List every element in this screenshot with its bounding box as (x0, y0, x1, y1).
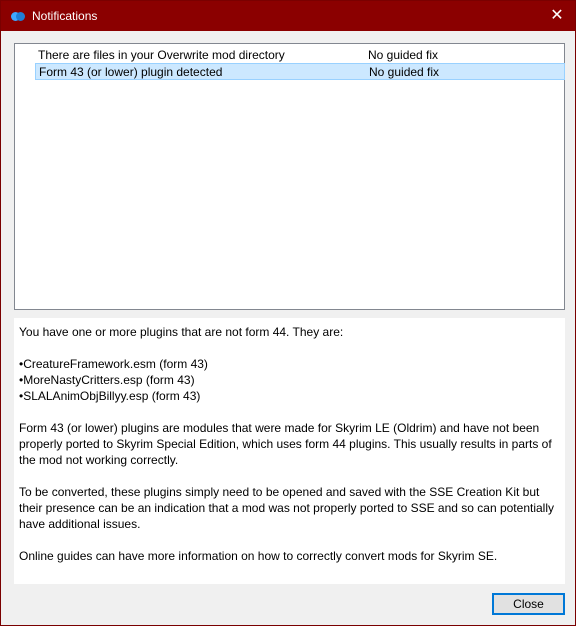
description-paragraph-1: Form 43 (or lower) plugins are modules t… (19, 421, 552, 467)
notifications-list[interactable]: There are files in your Overwrite mod di… (14, 43, 565, 310)
plugin-list: CreatureFramework.esm (form 43) MoreNast… (19, 356, 560, 404)
plugin-item: SLALAnimObjBillyy.esp (form 43) (19, 388, 560, 404)
list-item-selected[interactable]: Form 43 (or lower) plugin detected No gu… (35, 63, 565, 80)
notifications-window: Notifications ✕ There are files in your … (0, 0, 576, 626)
description-paragraph-3: Online guides can have more information … (19, 549, 498, 563)
list-item[interactable]: There are files in your Overwrite mod di… (35, 46, 565, 63)
description-paragraph-2: To be converted, these plugins simply ne… (19, 485, 554, 531)
description-intro: You have one or more plugins that are no… (19, 325, 344, 339)
notification-fix: No guided fix (368, 47, 439, 62)
plugin-item: CreatureFramework.esm (form 43) (19, 356, 560, 372)
notification-description: You have one or more plugins that are no… (14, 318, 565, 584)
plugin-item: MoreNastyCritters.esp (form 43) (19, 372, 560, 388)
mod-organizer-icon (11, 11, 25, 21)
title-bar: Notifications ✕ (1, 1, 575, 31)
notification-fix: No guided fix (369, 64, 440, 79)
close-button[interactable]: Close (492, 593, 565, 615)
notification-message: There are files in your Overwrite mod di… (38, 47, 285, 62)
window-title: Notifications (32, 9, 98, 23)
notification-message: Form 43 (or lower) plugin detected (39, 64, 223, 79)
close-icon[interactable]: ✕ (545, 4, 569, 28)
